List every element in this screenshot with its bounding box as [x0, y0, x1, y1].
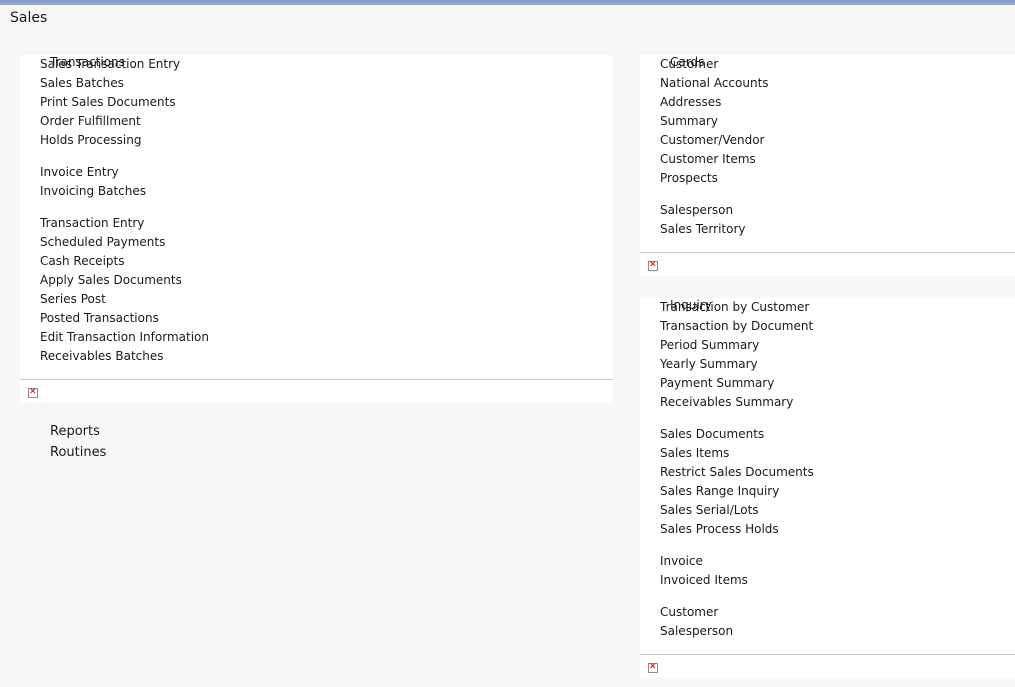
routines-link[interactable]: Routines	[50, 445, 106, 460]
inquiry-list: Transaction by Customer Transaction by D…	[660, 298, 814, 641]
inquiry-item[interactable]: Transaction by Document	[660, 317, 814, 336]
inquiry-item[interactable]: Receivables Summary	[660, 393, 814, 412]
cards-item[interactable]: Summary	[660, 112, 769, 131]
window-top-bar	[0, 0, 1015, 5]
cards-panel-footer	[640, 252, 1015, 276]
transactions-item[interactable]: Cash Receipts	[40, 252, 209, 271]
inquiry-item[interactable]: Sales Process Holds	[660, 520, 814, 539]
transactions-panel-footer	[20, 379, 613, 403]
inquiry-item[interactable]: Period Summary	[660, 336, 814, 355]
transactions-item[interactable]: Series Post	[40, 290, 209, 309]
reports-link[interactable]: Reports	[50, 424, 100, 439]
transactions-item[interactable]: Apply Sales Documents	[40, 271, 209, 290]
broken-image-icon	[648, 259, 658, 271]
cards-item[interactable]: Salesperson	[660, 201, 769, 220]
transactions-item[interactable]: Scheduled Payments	[40, 233, 209, 252]
inquiry-item[interactable]: Restrict Sales Documents	[660, 463, 814, 482]
inquiry-item[interactable]: Invoice	[660, 552, 814, 571]
cards-item[interactable]: Prospects	[660, 169, 769, 188]
inquiry-item[interactable]: Salesperson	[660, 622, 814, 641]
inquiry-panel-footer	[640, 654, 1015, 678]
transactions-item[interactable]: Invoice Entry	[40, 163, 209, 182]
broken-image-icon	[28, 386, 38, 398]
broken-image-icon	[648, 661, 658, 673]
inquiry-item[interactable]: Sales Serial/Lots	[660, 501, 814, 520]
cards-item[interactable]: Customer	[660, 55, 769, 74]
inquiry-item[interactable]: Yearly Summary	[660, 355, 814, 374]
transactions-item[interactable]: Holds Processing	[40, 131, 209, 150]
transactions-item[interactable]: Transaction Entry	[40, 214, 209, 233]
transactions-item[interactable]: Posted Transactions	[40, 309, 209, 328]
inquiry-item[interactable]: Invoiced Items	[660, 571, 814, 590]
cards-item[interactable]: Customer/Vendor	[660, 131, 769, 150]
transactions-item[interactable]: Edit Transaction Information	[40, 328, 209, 347]
transactions-panel: Transactions Sales Transaction Entry Sal…	[20, 55, 613, 379]
transactions-item[interactable]: Order Fulfillment	[40, 112, 209, 131]
transactions-item[interactable]: Invoicing Batches	[40, 182, 209, 201]
cards-item[interactable]: Customer Items	[660, 150, 769, 169]
transactions-item[interactable]: Print Sales Documents	[40, 93, 209, 112]
transactions-item[interactable]: Sales Batches	[40, 74, 209, 93]
transactions-item[interactable]: Sales Transaction Entry	[40, 55, 209, 74]
cards-item[interactable]: Addresses	[660, 93, 769, 112]
inquiry-item[interactable]: Transaction by Customer	[660, 298, 814, 317]
cards-item[interactable]: Sales Territory	[660, 220, 769, 239]
inquiry-item[interactable]: Sales Items	[660, 444, 814, 463]
inquiry-item[interactable]: Customer	[660, 603, 814, 622]
inquiry-item[interactable]: Payment Summary	[660, 374, 814, 393]
inquiry-panel: Inquiry Transaction by Customer Transact…	[640, 298, 1015, 654]
cards-list: Customer National Accounts Addresses Sum…	[660, 55, 769, 239]
page-title: Sales	[10, 10, 48, 26]
cards-item[interactable]: National Accounts	[660, 74, 769, 93]
inquiry-item[interactable]: Sales Documents	[660, 425, 814, 444]
transactions-item[interactable]: Receivables Batches	[40, 347, 209, 366]
cards-panel: Cards Customer National Accounts Address…	[640, 55, 1015, 252]
inquiry-item[interactable]: Sales Range Inquiry	[660, 482, 814, 501]
transactions-list: Sales Transaction Entry Sales Batches Pr…	[40, 55, 209, 366]
